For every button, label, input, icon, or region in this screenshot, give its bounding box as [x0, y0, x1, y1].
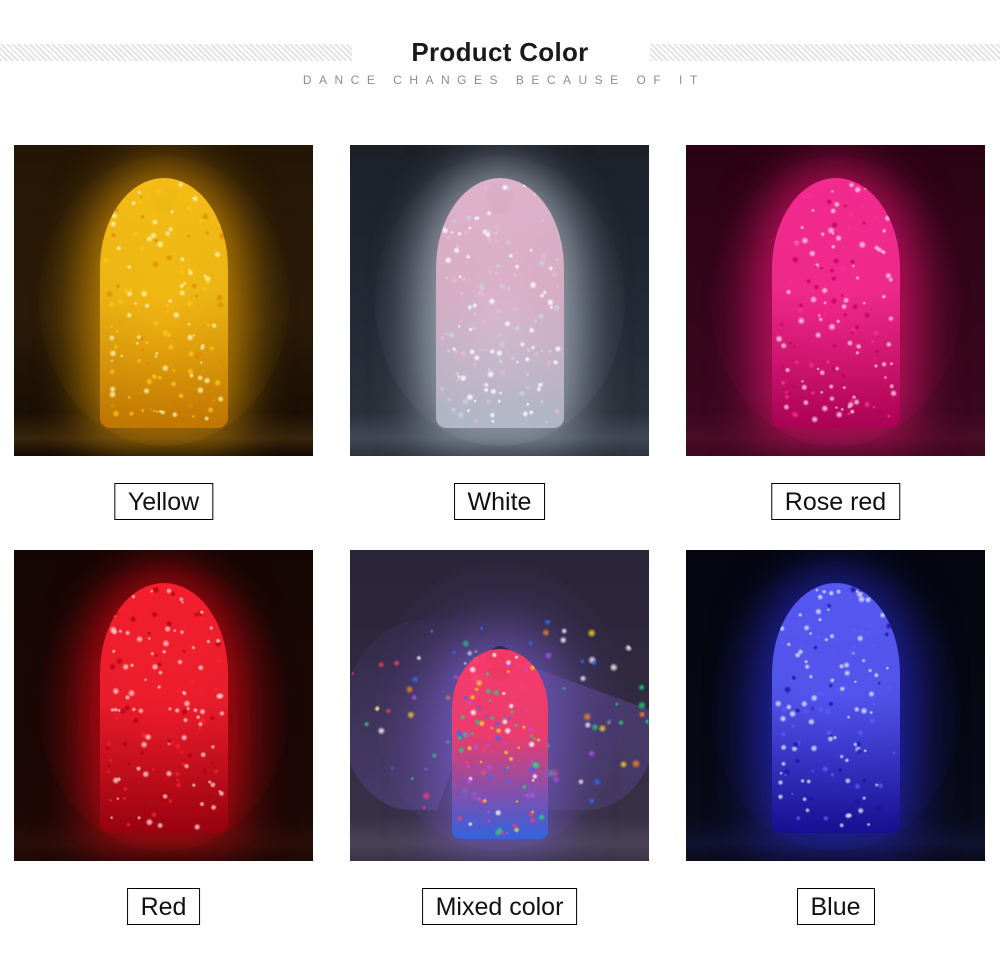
led-dots [99, 178, 228, 428]
color-gallery: Yellow White Rose red Red Mixed color Bl… [0, 145, 1000, 955]
color-option-rose-red[interactable]: Rose red [686, 145, 985, 550]
color-label-box[interactable]: Blue [796, 888, 875, 925]
led-cape [435, 178, 564, 428]
label-area: Mixed color [350, 861, 649, 955]
color-label-text: Yellow [127, 487, 200, 516]
color-label-box[interactable]: Mixed color [421, 888, 578, 925]
product-photo-rose-red[interactable] [686, 145, 985, 456]
color-option-red[interactable]: Red [14, 550, 313, 955]
color-label-text: Red [140, 892, 187, 921]
page-header: Product Color DANCE CHANGES BECAUSE OF I… [0, 0, 1000, 105]
stripe-decoration-left [0, 44, 352, 61]
label-area: Rose red [686, 456, 985, 550]
color-option-blue[interactable]: Blue [686, 550, 985, 955]
gallery-row: Red Mixed color Blue [0, 550, 1000, 955]
photo-scene [686, 145, 985, 456]
label-area: White [350, 456, 649, 550]
led-cape [451, 649, 548, 839]
color-label-text: White [467, 487, 532, 516]
product-photo-blue[interactable] [686, 550, 985, 861]
led-dots [771, 178, 900, 428]
product-photo-mixed-color[interactable] [350, 550, 649, 861]
color-option-yellow[interactable]: Yellow [14, 145, 313, 550]
label-area: Blue [686, 861, 985, 955]
color-label-box[interactable]: Yellow [113, 483, 214, 520]
color-option-mixed-color[interactable]: Mixed color [350, 550, 649, 955]
color-label-text: Rose red [784, 487, 887, 516]
page-title: Product Color [355, 36, 645, 68]
photo-scene [14, 145, 313, 456]
led-dots [99, 583, 228, 833]
led-dots [771, 583, 900, 833]
led-cape [99, 583, 228, 833]
led-cape [771, 178, 900, 428]
photo-scene [686, 550, 985, 861]
color-option-white[interactable]: White [350, 145, 649, 550]
gallery-row: Yellow White Rose red [0, 145, 1000, 550]
color-label-box[interactable]: Rose red [770, 483, 901, 520]
color-label-box[interactable]: Red [126, 888, 201, 925]
photo-scene [350, 145, 649, 456]
color-label-box[interactable]: White [453, 483, 546, 520]
product-photo-yellow[interactable] [14, 145, 313, 456]
product-photo-white[interactable] [350, 145, 649, 456]
led-cape [771, 583, 900, 833]
led-dots [435, 178, 564, 428]
stripe-decoration-right [650, 44, 1000, 61]
page-subtitle: DANCE CHANGES BECAUSE OF IT [302, 73, 705, 87]
photo-scene [14, 550, 313, 861]
led-dots [451, 649, 548, 839]
color-label-text: Blue [810, 892, 861, 921]
led-cape [99, 178, 228, 428]
label-area: Yellow [14, 456, 313, 550]
color-label-text: Mixed color [435, 892, 564, 921]
photo-scene [350, 550, 649, 861]
product-photo-red[interactable] [14, 550, 313, 861]
label-area: Red [14, 861, 313, 955]
